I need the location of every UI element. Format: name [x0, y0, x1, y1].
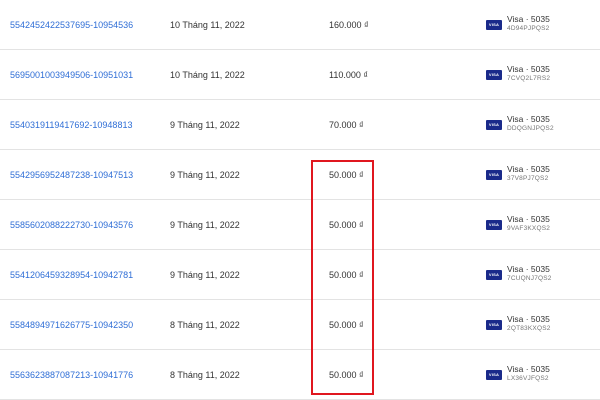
card-label: Visa · 5035 [507, 314, 550, 325]
visa-card-icon: VISA [486, 319, 502, 330]
order-id-link[interactable]: 5584894971626775-10942350 [10, 300, 133, 349]
order-id-link[interactable]: 5542956952487238-10947513 [10, 150, 133, 199]
visa-card-icon: VISA [486, 69, 502, 80]
payment-reference: 37V8PJ7QS2 [507, 175, 549, 183]
payment-reference: 4D94PJPQS2 [507, 25, 550, 33]
order-amount: 50.000 ₫ [329, 319, 364, 330]
visa-card-icon: VISA [486, 119, 502, 130]
card-label: Visa · 5035 [507, 14, 550, 25]
payment-reference: 9VAF3KXQS2 [507, 225, 551, 233]
order-amount: 160.000 ₫ [329, 19, 369, 30]
table-row: 5542956952487238-10947513 9 Tháng 11, 20… [0, 150, 600, 200]
order-date: 8 Tháng 11, 2022 [170, 369, 240, 380]
order-id-link[interactable]: 5695001003949506-10951031 [10, 50, 133, 99]
order-date: 9 Tháng 11, 2022 [170, 269, 240, 280]
order-date: 9 Tháng 11, 2022 [170, 169, 240, 180]
visa-card-icon: VISA [486, 369, 502, 380]
order-id-link[interactable]: 5542452422537695-10954536 [10, 0, 133, 49]
card-label: Visa · 5035 [507, 214, 550, 225]
table-row: 5542452422537695-10954536 10 Tháng 11, 2… [0, 0, 600, 50]
visa-card-icon: VISA [486, 219, 502, 230]
payment-method: VISA Visa · 5035 DDQGNJPQS2 [486, 100, 554, 149]
table-row: 5540319119417692-10948813 9 Tháng 11, 20… [0, 100, 600, 150]
payment-reference: 7CVQ2L7RS2 [507, 75, 551, 83]
payment-method: VISA Visa · 5035 7CVQ2L7RS2 [486, 50, 550, 99]
payment-method: VISA Visa · 5035 7CUQNJ7QS2 [486, 250, 552, 299]
payment-method: VISA Visa · 5035 9VAF3KXQS2 [486, 200, 550, 249]
order-id-link[interactable]: 5585602088222730-10943576 [10, 200, 133, 249]
order-id-link[interactable]: 5563623887087213-10941776 [10, 350, 133, 399]
payment-reference: 7CUQNJ7QS2 [507, 275, 552, 283]
order-amount: 110.000 ₫ [329, 69, 368, 80]
payment-method: VISA Visa · 5035 2QT83KXQS2 [486, 300, 551, 349]
order-date: 9 Tháng 11, 2022 [170, 219, 240, 230]
order-amount: 50.000 ₫ [329, 369, 364, 380]
visa-card-icon: VISA [486, 169, 502, 180]
order-date: 10 Tháng 11, 2022 [170, 69, 245, 80]
table-row: 5585602088222730-10943576 9 Tháng 11, 20… [0, 200, 600, 250]
card-label: Visa · 5035 [507, 264, 550, 275]
card-label: Visa · 5035 [507, 114, 550, 125]
order-amount: 50.000 ₫ [329, 269, 364, 280]
payment-method: VISA Visa · 5035 4D94PJPQS2 [486, 0, 550, 49]
order-date: 9 Tháng 11, 2022 [170, 119, 240, 130]
visa-card-icon: VISA [486, 269, 502, 280]
transactions-table: 5542452422537695-10954536 10 Tháng 11, 2… [0, 0, 600, 400]
payment-method: VISA Visa · 5035 37V8PJ7QS2 [486, 150, 550, 199]
payment-method: VISA Visa · 5035 LX36VJFQS2 [486, 350, 550, 399]
table-row: 5584894971626775-10942350 8 Tháng 11, 20… [0, 300, 600, 350]
order-date: 10 Tháng 11, 2022 [170, 19, 245, 30]
order-amount: 70.000 ₫ [329, 119, 364, 130]
card-label: Visa · 5035 [507, 164, 550, 175]
order-date: 8 Tháng 11, 2022 [170, 319, 240, 330]
order-id-link[interactable]: 5541206459328954-10942781 [10, 250, 133, 299]
card-label: Visa · 5035 [507, 364, 550, 375]
payment-reference: DDQGNJPQS2 [507, 125, 554, 133]
order-amount: 50.000 ₫ [329, 219, 364, 230]
table-row: 5563623887087213-10941776 8 Tháng 11, 20… [0, 350, 600, 400]
order-id-link[interactable]: 5540319119417692-10948813 [10, 100, 132, 149]
table-row: 5695001003949506-10951031 10 Tháng 11, 2… [0, 50, 600, 100]
order-amount: 50.000 ₫ [329, 169, 364, 180]
visa-card-icon: VISA [486, 19, 502, 30]
table-row: 5541206459328954-10942781 9 Tháng 11, 20… [0, 250, 600, 300]
payment-reference: 2QT83KXQS2 [507, 325, 551, 333]
card-label: Visa · 5035 [507, 64, 550, 75]
payment-reference: LX36VJFQS2 [507, 375, 549, 383]
